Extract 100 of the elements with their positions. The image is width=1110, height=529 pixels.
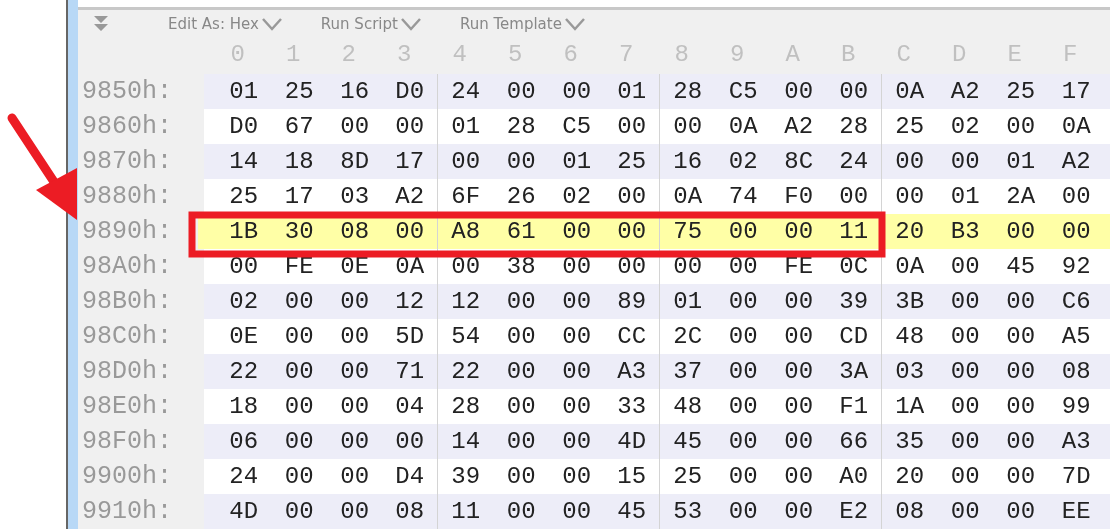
hex-byte[interactable]: 3B: [882, 284, 938, 319]
hex-byte[interactable]: 0A: [882, 249, 938, 284]
hex-byte[interactable]: 00: [549, 214, 605, 249]
hex-row[interactable]: 02 00 00 12 12 00 00 89 01 00 00 39 3B 00 00 C6: [204, 284, 1110, 319]
hex-byte[interactable]: 00: [549, 389, 605, 424]
hex-byte[interactable]: 00: [882, 144, 938, 179]
hex-byte[interactable]: 1A: [882, 389, 938, 424]
hex-byte[interactable]: 00: [771, 354, 827, 389]
hex-byte[interactable]: 00: [715, 249, 771, 284]
hex-byte[interactable]: 22: [438, 354, 494, 389]
hex-byte[interactable]: 25: [660, 459, 716, 494]
hex-byte[interactable]: C6: [1048, 284, 1104, 319]
hex-byte[interactable]: 00: [660, 109, 716, 144]
hex-byte[interactable]: 17: [1048, 74, 1104, 109]
hex-byte[interactable]: 28: [660, 74, 716, 109]
hex-byte[interactable]: 00: [771, 214, 827, 249]
hex-byte[interactable]: 00: [882, 179, 938, 214]
hex-byte[interactable]: 00: [715, 214, 771, 249]
hex-byte[interactable]: 16: [327, 74, 383, 109]
hex-byte[interactable]: 00: [549, 74, 605, 109]
hex-byte[interactable]: 00: [493, 284, 549, 319]
hex-row[interactable]: 0E 00 00 5D 54 00 00 CC 2C 00 00 CD 48 00 00 A5: [204, 319, 1110, 354]
hex-byte[interactable]: 67: [271, 109, 327, 144]
hex-byte[interactable]: 08: [1048, 354, 1104, 389]
hex-byte[interactable]: 0E: [216, 319, 272, 354]
hex-byte[interactable]: 00: [937, 284, 993, 319]
hex-byte[interactable]: 00: [549, 424, 605, 459]
hex-byte[interactable]: 0A: [882, 74, 938, 109]
hex-byte[interactable]: 6F: [438, 179, 494, 214]
hex-byte[interactable]: 00: [993, 354, 1049, 389]
hex-byte[interactable]: 12: [438, 284, 494, 319]
hex-byte[interactable]: 00: [549, 494, 605, 529]
hex-byte[interactable]: 00: [993, 214, 1049, 249]
hex-byte[interactable]: 00: [1048, 179, 1104, 214]
hex-byte[interactable]: A3: [1048, 424, 1104, 459]
hex-byte[interactable]: 0A: [715, 109, 771, 144]
hex-byte[interactable]: 00: [549, 319, 605, 354]
hex-byte[interactable]: 35: [882, 424, 938, 459]
hex-byte[interactable]: 24: [438, 74, 494, 109]
hex-byte[interactable]: 02: [216, 284, 272, 319]
hex-byte[interactable]: 14: [216, 144, 272, 179]
hex-byte[interactable]: 26: [493, 179, 549, 214]
hex-byte[interactable]: 00: [549, 249, 605, 284]
hex-byte[interactable]: 00: [771, 319, 827, 354]
hex-byte[interactable]: 25: [993, 74, 1049, 109]
hex-byte[interactable]: 00: [271, 494, 327, 529]
hex-byte[interactable]: 00: [826, 179, 882, 214]
hex-byte[interactable]: 08: [382, 494, 438, 529]
hex-byte[interactable]: 00: [937, 319, 993, 354]
hex-row[interactable]: 06 00 00 00 14 00 00 4D 45 00 00 66 35 00 00 A3: [204, 424, 1110, 459]
hex-byte[interactable]: C5: [715, 74, 771, 109]
hex-byte[interactable]: A2: [937, 74, 993, 109]
hex-byte[interactable]: 0E: [327, 249, 383, 284]
hex-byte[interactable]: 00: [493, 319, 549, 354]
hex-byte[interactable]: 45: [993, 249, 1049, 284]
hex-byte[interactable]: A2: [771, 109, 827, 144]
hex-byte[interactable]: 00: [493, 459, 549, 494]
hex-row[interactable]: 01 25 16 D0 24 00 00 01 28 C5 00 00 0A A2 25 17: [204, 74, 1110, 109]
hex-row[interactable]: 4D 00 00 08 11 00 00 45 53 00 00 E2 08 00 00 EE: [204, 494, 1110, 529]
hex-byte[interactable]: 00: [271, 459, 327, 494]
hex-byte[interactable]: 00: [271, 424, 327, 459]
hex-byte[interactable]: D0: [216, 109, 272, 144]
hex-byte[interactable]: 00: [327, 494, 383, 529]
hex-byte[interactable]: 00: [771, 459, 827, 494]
hex-byte[interactable]: FE: [271, 249, 327, 284]
hex-byte[interactable]: 45: [604, 494, 660, 529]
hex-byte[interactable]: 18: [271, 144, 327, 179]
hex-byte[interactable]: 00: [493, 424, 549, 459]
hex-byte[interactable]: 00: [715, 459, 771, 494]
hex-byte[interactable]: 48: [882, 319, 938, 354]
hex-byte[interactable]: 8C: [771, 144, 827, 179]
hex-byte[interactable]: A5: [1048, 319, 1104, 354]
hex-row[interactable]: D0 67 00 00 01 28 C5 00 00 0A A2 28 25 02 00 0A: [204, 109, 1110, 144]
hex-byte[interactable]: 01: [937, 179, 993, 214]
hex-byte[interactable]: 00: [937, 459, 993, 494]
hex-byte[interactable]: 01: [216, 74, 272, 109]
hex-byte[interactable]: 00: [715, 424, 771, 459]
hex-byte[interactable]: 28: [438, 389, 494, 424]
hex-byte[interactable]: 00: [937, 144, 993, 179]
hex-byte[interactable]: 01: [549, 144, 605, 179]
hex-byte[interactable]: 00: [327, 109, 383, 144]
hex-byte[interactable]: 7D: [1048, 459, 1104, 494]
hex-byte[interactable]: 00: [715, 319, 771, 354]
hex-byte[interactable]: 00: [438, 249, 494, 284]
hex-byte[interactable]: 00: [715, 284, 771, 319]
hex-byte[interactable]: 20: [882, 459, 938, 494]
hex-byte[interactable]: 08: [327, 214, 383, 249]
hex-byte[interactable]: 01: [438, 109, 494, 144]
hex-byte[interactable]: E2: [826, 494, 882, 529]
hex-byte[interactable]: 28: [493, 109, 549, 144]
hex-byte[interactable]: 00: [549, 284, 605, 319]
hex-byte[interactable]: 00: [493, 354, 549, 389]
hex-byte[interactable]: 24: [216, 459, 272, 494]
hex-byte[interactable]: 25: [882, 109, 938, 144]
hex-byte[interactable]: 08: [882, 494, 938, 529]
hex-byte[interactable]: 01: [660, 284, 716, 319]
hex-byte[interactable]: 1B: [216, 214, 272, 249]
hex-byte[interactable]: 8D: [327, 144, 383, 179]
hex-byte[interactable]: A2: [382, 179, 438, 214]
hex-byte[interactable]: FE: [771, 249, 827, 284]
